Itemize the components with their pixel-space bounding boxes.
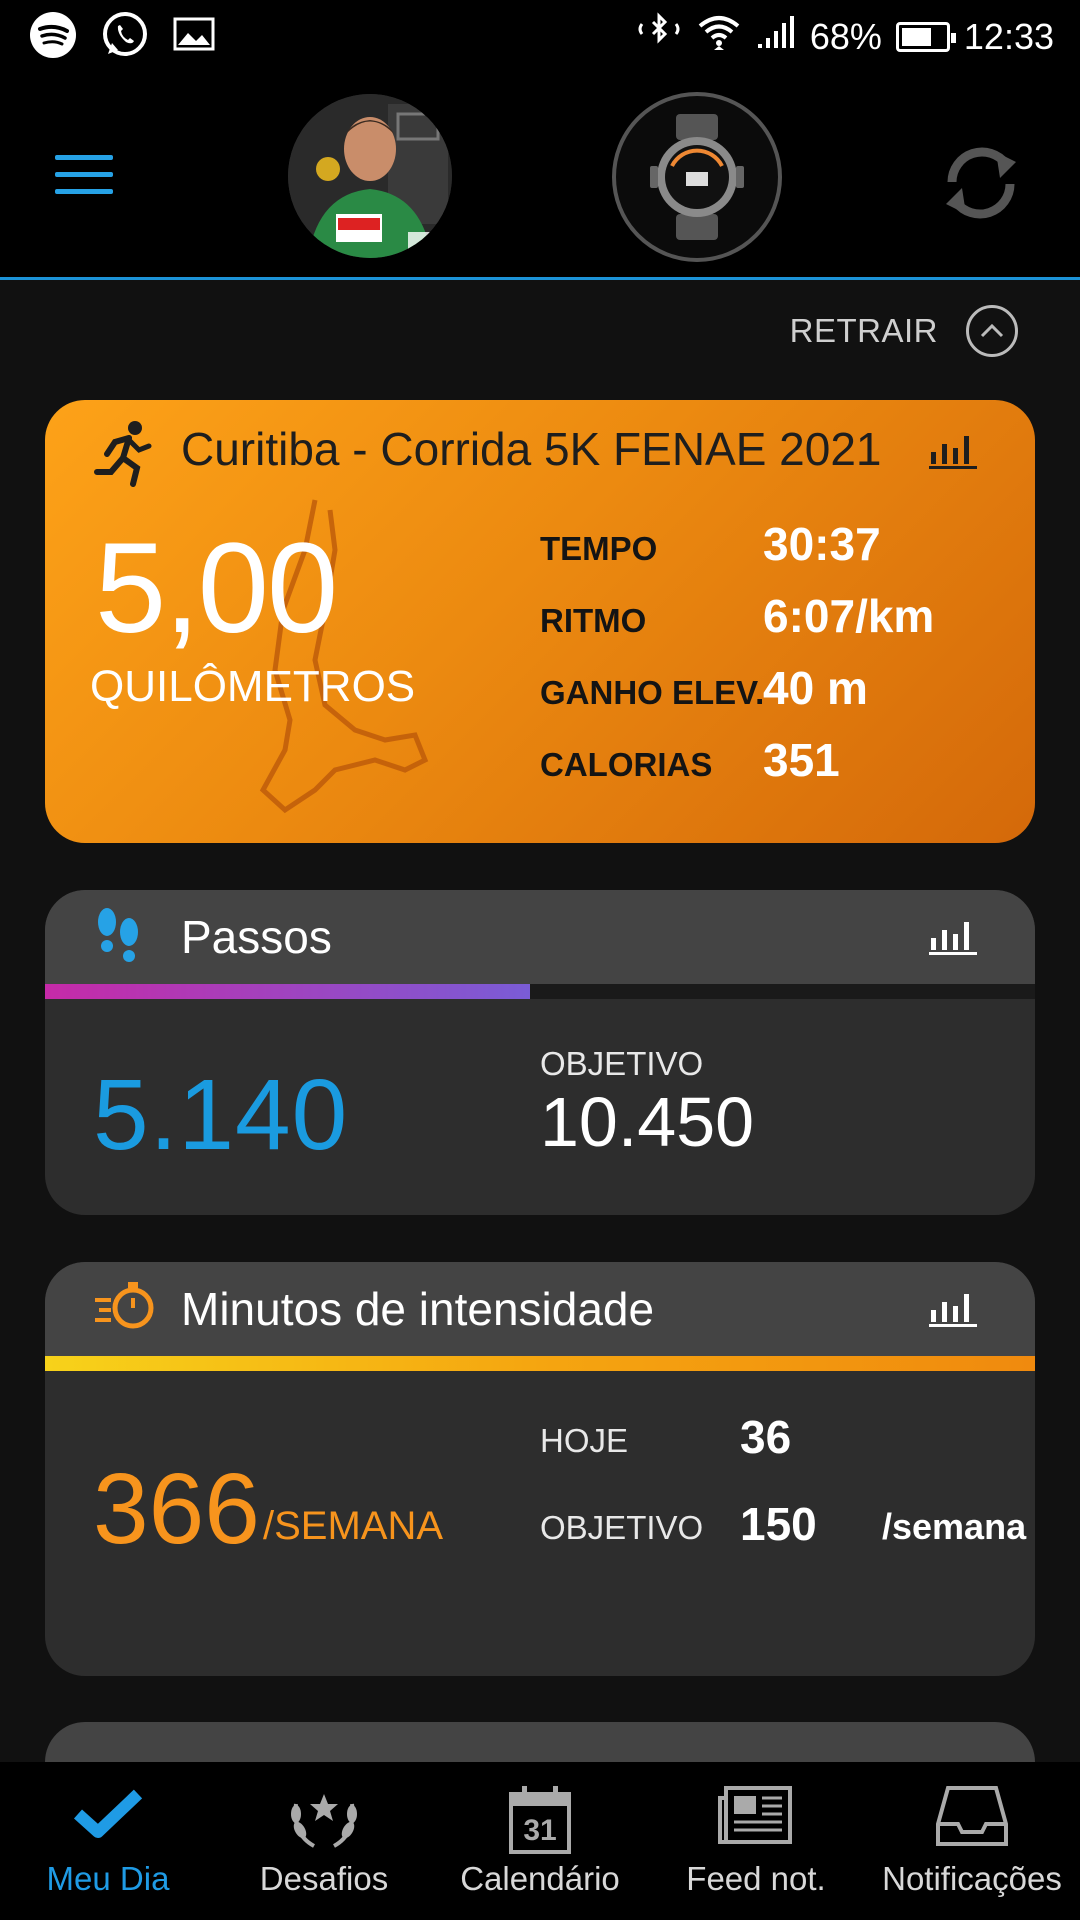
bar-chart-icon[interactable] bbox=[929, 430, 977, 475]
nav-label: Calendário bbox=[460, 1860, 620, 1897]
today-value: 36 bbox=[740, 1411, 792, 1463]
nav-item-desafios[interactable]: Desafios bbox=[216, 1762, 432, 1920]
bottom-navigation: Meu Dia Desafios 31 Calendário Feed not.… bbox=[0, 1762, 1080, 1920]
spotify-icon bbox=[28, 10, 78, 65]
steps-card[interactable]: Passos 5.140 OBJETIVO 10.450 bbox=[45, 890, 1035, 1215]
battery-icon bbox=[895, 21, 956, 52]
intensity-progress-bar bbox=[45, 1356, 1035, 1371]
laurel-icon bbox=[284, 1784, 364, 1859]
steps-progress-fill bbox=[45, 984, 531, 999]
stat-value: 30:37 bbox=[763, 518, 881, 570]
whatsapp-icon bbox=[100, 10, 150, 65]
intensity-minutes-card[interactable]: Minutos de intensidade 366 /SEMANA HOJE … bbox=[45, 1262, 1035, 1676]
nav-label: Notificações bbox=[882, 1860, 1062, 1897]
goal-value: 150 bbox=[740, 1498, 817, 1550]
stopwatch-icon bbox=[93, 1276, 157, 1341]
bar-chart-icon[interactable] bbox=[929, 916, 977, 961]
profile-avatar[interactable] bbox=[288, 94, 452, 258]
activity-title: Curitiba - Corrida 5K FENAE 2021 bbox=[181, 423, 882, 475]
nav-label: Meu Dia bbox=[46, 1860, 170, 1897]
stat-label: RITMO bbox=[540, 602, 647, 639]
bar-chart-icon[interactable] bbox=[929, 1288, 977, 1333]
activity-card[interactable]: Curitiba - Corrida 5K FENAE 2021 5,00 QU… bbox=[45, 400, 1035, 843]
app-header bbox=[0, 72, 1080, 280]
stat-row-calories: CALORIAS 351 bbox=[540, 728, 1000, 800]
collapse-label: RETRAIR bbox=[789, 312, 938, 349]
stat-row-elevation: GANHO ELEV. 40 m bbox=[540, 656, 1000, 728]
footprints-icon bbox=[93, 904, 145, 973]
collapse-toggle[interactable]: RETRAIR bbox=[790, 305, 1018, 357]
card-header: Passos bbox=[45, 890, 1035, 984]
stat-value: 351 bbox=[763, 734, 840, 786]
card-title: Passos bbox=[181, 911, 332, 963]
goal-label: OBJETIVO bbox=[540, 1509, 704, 1546]
newsfeed-icon bbox=[718, 1784, 794, 1853]
wifi-icon bbox=[696, 12, 742, 61]
calendar-day: 31 bbox=[523, 1814, 557, 1847]
card-title: Minutos de intensidade bbox=[181, 1283, 655, 1335]
distance-unit: QUILÔMETROS bbox=[90, 662, 416, 711]
distance-value: 5,00 bbox=[95, 517, 338, 660]
nav-label: Feed not. bbox=[686, 1860, 826, 1897]
calendar-icon: 31 bbox=[508, 1784, 572, 1856]
stat-row-time: TEMPO 30:37 bbox=[540, 512, 1000, 584]
stat-label: GANHO ELEV. bbox=[540, 674, 765, 711]
chevron-up-icon[interactable] bbox=[966, 305, 1018, 357]
running-icon bbox=[93, 418, 153, 488]
nav-label: Desafios bbox=[259, 1860, 389, 1897]
nav-item-notificacoes[interactable]: Notificações bbox=[864, 1762, 1080, 1920]
steps-value: 5.140 bbox=[93, 1059, 349, 1171]
nav-item-meu-dia[interactable]: Meu Dia bbox=[0, 1762, 216, 1920]
gallery-icon bbox=[172, 15, 216, 60]
stat-label: CALORIAS bbox=[540, 746, 713, 783]
battery-percent: 68% bbox=[809, 15, 882, 57]
nav-item-calendario[interactable]: 31 Calendário bbox=[432, 1762, 648, 1920]
signal-icon bbox=[756, 14, 796, 59]
clock: 12:33 bbox=[963, 15, 1054, 57]
today-label: HOJE bbox=[540, 1422, 629, 1459]
menu-icon[interactable] bbox=[55, 155, 113, 195]
card-header: Minutos de intensidade bbox=[45, 1262, 1035, 1356]
nav-item-feed[interactable]: Feed not. bbox=[648, 1762, 864, 1920]
inbox-icon bbox=[934, 1784, 1010, 1853]
sync-icon[interactable] bbox=[936, 138, 1026, 228]
stat-value: 6:07/km bbox=[763, 590, 935, 642]
goal-label: OBJETIVO bbox=[540, 1045, 704, 1082]
stat-label: TEMPO bbox=[540, 530, 658, 567]
status-bar: 68% 12:33 bbox=[0, 0, 1080, 72]
steps-progress-bar bbox=[45, 984, 1035, 999]
intensity-unit: /SEMANA bbox=[263, 1504, 444, 1548]
check-icon bbox=[68, 1784, 148, 1849]
intensity-progress-fill bbox=[45, 1356, 1035, 1371]
activity-stats: TEMPO 30:37 RITMO 6:07/km GANHO ELEV. 40… bbox=[540, 512, 1000, 800]
goal-unit: /semana bbox=[882, 1506, 1027, 1547]
goal-value: 10.450 bbox=[540, 1083, 755, 1161]
stat-row-pace: RITMO 6:07/km bbox=[540, 584, 1000, 656]
stat-value: 40 m bbox=[763, 662, 868, 714]
watch-icon[interactable] bbox=[612, 92, 782, 262]
bluetooth-icon bbox=[636, 12, 682, 61]
intensity-value: 366 bbox=[93, 1453, 260, 1565]
